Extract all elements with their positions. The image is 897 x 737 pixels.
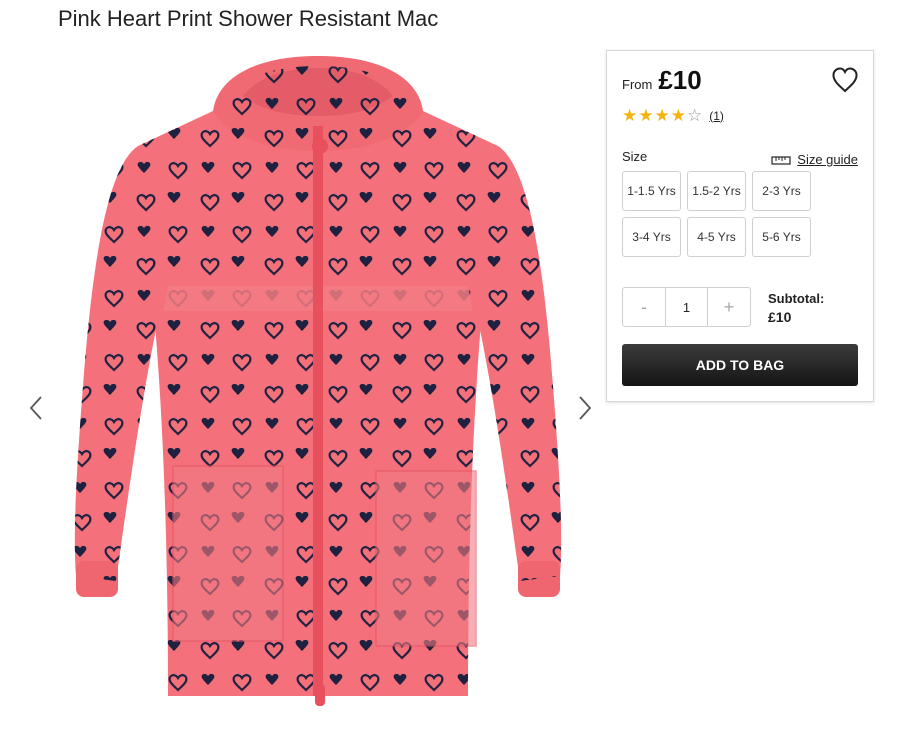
product-title: Pink Heart Print Shower Resistant Mac (58, 6, 439, 31)
heart-outline-icon (832, 67, 858, 93)
star-full-icon: ★ (654, 106, 670, 125)
price-value: £10 (658, 65, 702, 95)
star-empty-icon: ☆ (687, 106, 703, 125)
size-guide-link[interactable]: Size guide (771, 152, 858, 167)
product-image (74, 56, 562, 706)
price-from-label: From (622, 77, 653, 92)
size-option[interactable]: 2-3 Yrs (752, 171, 811, 211)
chevron-right-icon (579, 396, 592, 420)
size-option[interactable]: 4-5 Yrs (687, 217, 746, 257)
quantity-increase-button[interactable]: + (708, 288, 750, 326)
review-count-link[interactable]: (1) (709, 109, 724, 123)
star-full-icon: ★ (670, 106, 686, 125)
chevron-left-icon (29, 396, 42, 420)
ruler-icon (771, 155, 791, 165)
quantity-decrease-button[interactable]: - (623, 288, 665, 326)
gallery-next-button[interactable] (573, 388, 597, 428)
add-to-bag-button[interactable]: ADD TO BAG (622, 344, 858, 386)
size-option[interactable]: 1-1.5 Yrs (622, 171, 681, 211)
star-full-icon: ★ (638, 106, 654, 125)
quantity-input[interactable]: 1 (665, 288, 708, 326)
subtotal-label: Subtotal: (768, 291, 825, 306)
rating: ★ ★ ★ ★ ☆ (1) (622, 107, 724, 124)
product-gallery (0, 44, 610, 737)
wishlist-button[interactable] (831, 67, 859, 93)
price-row: From £10 (622, 65, 702, 96)
size-option[interactable]: 3-4 Yrs (622, 217, 681, 257)
gallery-prev-button[interactable] (24, 388, 48, 428)
size-option[interactable]: 5-6 Yrs (752, 217, 811, 257)
size-label: Size (622, 149, 648, 164)
quantity-stepper: - 1 + (622, 287, 751, 327)
star-full-icon: ★ (622, 106, 638, 125)
size-option[interactable]: 1.5-2 Yrs (687, 171, 746, 211)
subtotal-value: £10 (768, 309, 792, 325)
size-guide-label: Size guide (797, 152, 858, 167)
purchase-panel: From £10 ★ ★ ★ ★ ☆ (1) Size Size guide 1… (606, 50, 874, 402)
